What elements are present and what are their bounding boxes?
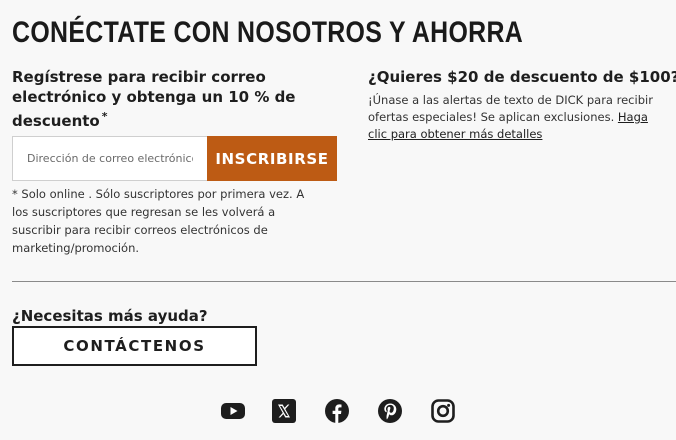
x-icon[interactable]	[271, 398, 297, 424]
section-divider	[12, 281, 676, 282]
page-title: CONÉCTATE CON NOSOTROS Y AHORRA	[12, 16, 524, 49]
newsletter-footer: CONÉCTATE CON NOSOTROS Y AHORRA Regístre…	[0, 0, 676, 440]
email-input[interactable]	[12, 136, 207, 181]
help-heading: ¿Necesitas más ayuda?	[12, 307, 208, 325]
signup-disclaimer: * Solo online . Sólo suscriptores por pr…	[12, 187, 305, 255]
facebook-icon[interactable]	[324, 398, 350, 424]
signup-heading: Regístrese para recibir correo electróni…	[12, 67, 312, 131]
instagram-icon[interactable]	[430, 398, 456, 424]
sms-heading: ¿Quieres $20 de descuento de $100?	[368, 68, 676, 86]
youtube-icon[interactable]	[220, 398, 246, 424]
social-links	[0, 398, 676, 426]
subscribe-button[interactable]: INSCRIBIRSE	[207, 136, 337, 181]
sms-description: ¡Únase a las alertas de texto de DICK pa…	[368, 92, 668, 143]
pinterest-icon[interactable]	[377, 398, 403, 424]
signup-asterisk: *	[101, 110, 108, 123]
sms-text: ¡Únase a las alertas de texto de DICK pa…	[368, 93, 653, 124]
signup-heading-text: Regístrese para recibir correo electróni…	[12, 68, 296, 130]
contact-button[interactable]: CONTÁCTENOS	[12, 326, 257, 366]
email-signup-form: INSCRIBIRSE	[12, 136, 337, 181]
